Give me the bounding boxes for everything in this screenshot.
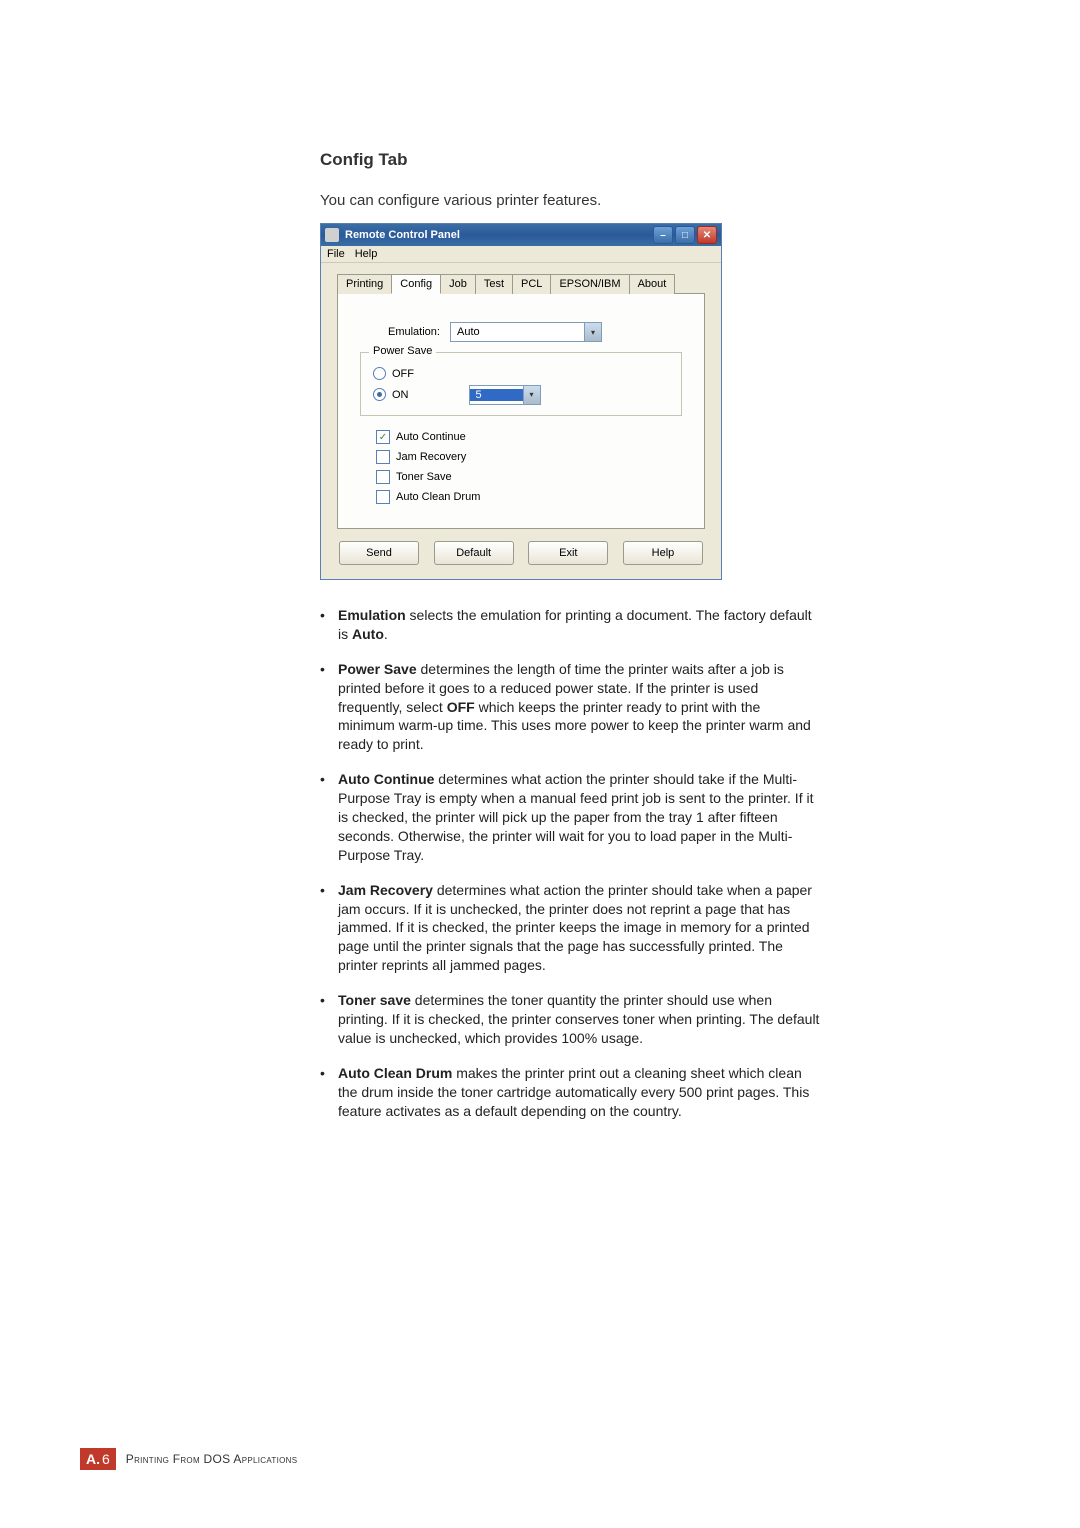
emulation-value: Auto [451, 326, 584, 338]
close-button[interactable]: ✕ [697, 226, 717, 244]
chevron-down-icon: ▾ [584, 323, 601, 341]
menu-help[interactable]: Help [355, 248, 378, 260]
jam-recovery-label: Jam Recovery [396, 451, 466, 463]
tab-about[interactable]: About [629, 274, 676, 294]
maximize-button[interactable]: □ [675, 226, 695, 244]
bullet-term: Emulation [338, 607, 406, 623]
radio-off-icon [373, 367, 386, 380]
bullet-text: . [384, 626, 388, 642]
power-save-time-select[interactable]: 5 ▾ [469, 385, 541, 405]
auto-continue-checkbox[interactable]: ✓ Auto Continue [376, 430, 682, 444]
toner-save-label: Toner Save [396, 471, 452, 483]
tab-epsonibm[interactable]: EPSON/IBM [550, 274, 629, 294]
checkbox-checked-icon: ✓ [376, 430, 390, 444]
checkbox-unchecked-icon [376, 450, 390, 464]
default-button[interactable]: Default [434, 541, 514, 565]
badge-letter: A. [86, 1451, 100, 1467]
exit-button[interactable]: Exit [528, 541, 608, 565]
list-item: Emulation selects the emulation for prin… [320, 606, 820, 644]
footer-text: Printing From DOS Applications [126, 1452, 298, 1466]
tab-config[interactable]: Config [391, 274, 441, 294]
checkbox-unchecked-icon [376, 490, 390, 504]
config-panel: Emulation: Auto ▾ Power Save OFF ON [337, 293, 705, 529]
tab-pcl[interactable]: PCL [512, 274, 551, 294]
list-item: Jam Recovery determines what action the … [320, 881, 820, 975]
intro-text: You can configure various printer featur… [320, 192, 930, 209]
window-title: Remote Control Panel [345, 229, 460, 241]
power-save-on-radio[interactable]: ON [373, 388, 409, 401]
app-icon [325, 228, 339, 242]
minimize-button[interactable]: – [653, 226, 673, 244]
power-save-legend: Power Save [369, 345, 436, 357]
page-number-badge: A.6 [80, 1448, 116, 1470]
emulation-label: Emulation: [388, 326, 440, 338]
badge-number: 6 [102, 1451, 110, 1467]
auto-continue-label: Auto Continue [396, 431, 466, 443]
jam-recovery-checkbox[interactable]: Jam Recovery [376, 450, 682, 464]
power-save-off-radio[interactable]: OFF [373, 367, 669, 380]
checkbox-unchecked-icon [376, 470, 390, 484]
power-save-time-value: 5 [470, 389, 523, 401]
list-item: Auto Continue determines what action the… [320, 770, 820, 864]
bullet-term: Auto Continue [338, 771, 434, 787]
description-list: Emulation selects the emulation for prin… [320, 606, 820, 1120]
power-save-group: Power Save OFF ON 5 ▾ [360, 352, 682, 416]
auto-clean-drum-label: Auto Clean Drum [396, 491, 480, 503]
section-heading: Config Tab [320, 150, 930, 170]
page-footer: A.6 Printing From DOS Applications [80, 1448, 297, 1470]
radio-on-icon [373, 388, 386, 401]
bullet-bold: Auto [352, 626, 384, 642]
bullet-bold: OFF [447, 699, 475, 715]
list-item: Power Save determines the length of time… [320, 660, 820, 754]
bullet-term: Toner save [338, 992, 411, 1008]
power-save-off-label: OFF [392, 368, 414, 380]
emulation-select[interactable]: Auto ▾ [450, 322, 602, 342]
power-save-on-label: ON [392, 389, 409, 401]
chevron-down-icon: ▾ [523, 386, 540, 404]
bullet-term: Jam Recovery [338, 882, 433, 898]
bullet-term: Auto Clean Drum [338, 1065, 452, 1081]
tabstrip: Printing Config Job Test PCL EPSON/IBM A… [337, 273, 705, 293]
tab-test[interactable]: Test [475, 274, 513, 294]
list-item: Auto Clean Drum makes the printer print … [320, 1064, 820, 1121]
tab-printing[interactable]: Printing [337, 274, 392, 294]
tab-job[interactable]: Job [440, 274, 476, 294]
list-item: Toner save determines the toner quantity… [320, 991, 820, 1048]
bullet-text: determines the toner quantity the printe… [338, 992, 819, 1046]
send-button[interactable]: Send [339, 541, 419, 565]
help-button[interactable]: Help [623, 541, 703, 565]
bullet-text: selects the emulation for printing a doc… [338, 607, 812, 642]
auto-clean-drum-checkbox[interactable]: Auto Clean Drum [376, 490, 682, 504]
menu-file[interactable]: File [327, 248, 345, 260]
bullet-term: Power Save [338, 661, 417, 677]
button-row: Send Default Exit Help [321, 541, 721, 579]
toner-save-checkbox[interactable]: Toner Save [376, 470, 682, 484]
menubar: File Help [321, 246, 721, 263]
titlebar: Remote Control Panel – □ ✕ [321, 224, 721, 246]
remote-control-panel-window: Remote Control Panel – □ ✕ File Help Pri… [320, 223, 722, 580]
